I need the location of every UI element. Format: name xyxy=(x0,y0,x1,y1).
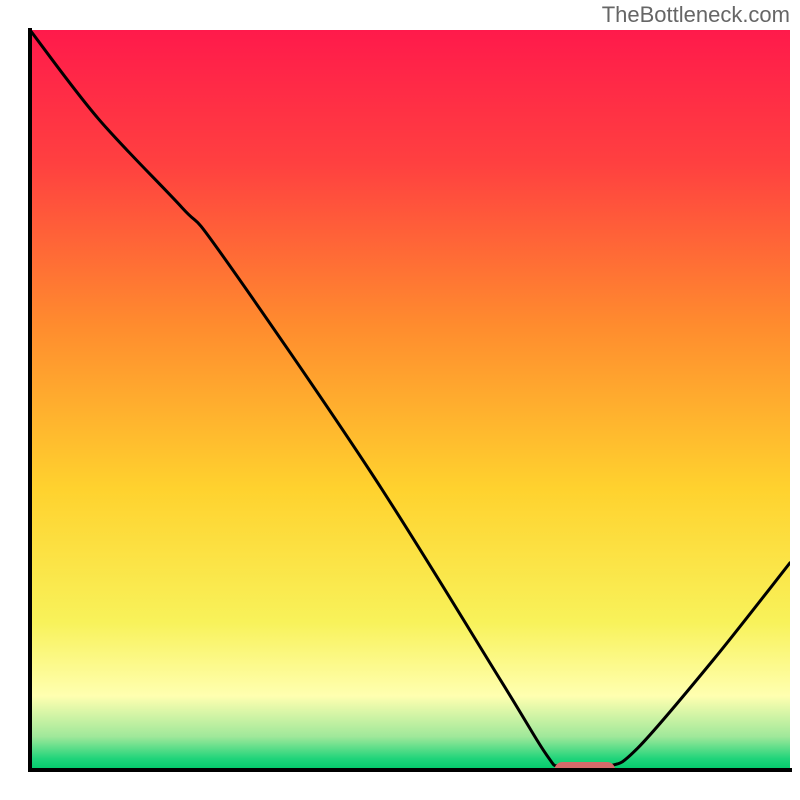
chart-container: TheBottleneck.com xyxy=(0,0,800,800)
plot-background xyxy=(30,30,790,770)
watermark-text: TheBottleneck.com xyxy=(602,2,790,28)
bottleneck-chart xyxy=(0,0,800,800)
